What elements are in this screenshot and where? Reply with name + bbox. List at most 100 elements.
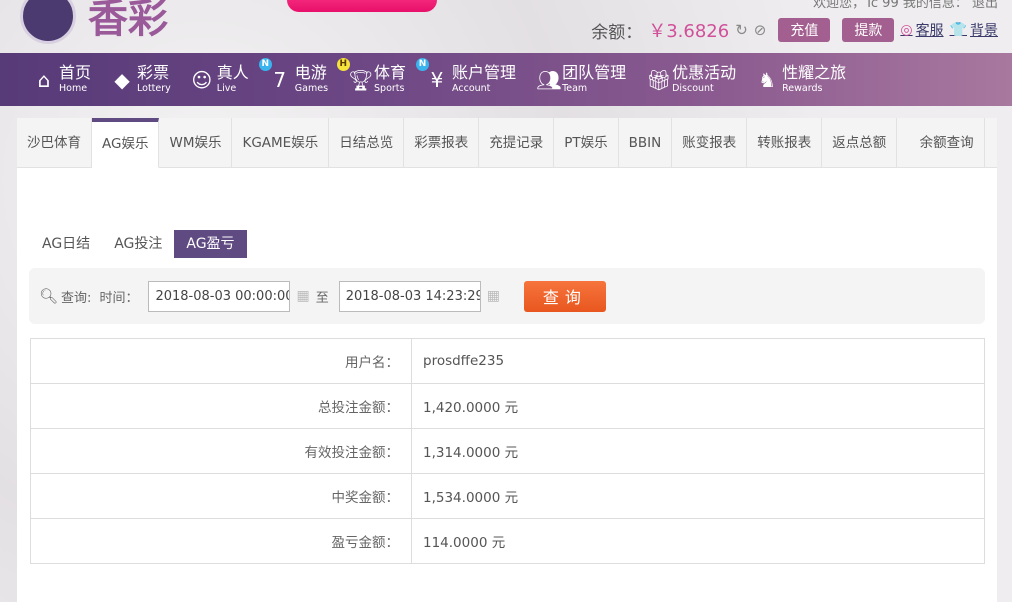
nav-label: 彩票: [137, 63, 170, 83]
logo-text: 香彩: [88, 0, 168, 42]
subtab-0[interactable]: AG日结: [30, 230, 102, 258]
nav-item-team[interactable]: 👥︎ 团队管理 Team: [536, 53, 626, 106]
tab-5[interactable]: 彩票报表: [404, 118, 480, 168]
table-row: 用户名： prosdffe235: [30, 338, 985, 384]
background-link[interactable]: 👕 背景: [950, 20, 998, 40]
tab-9[interactable]: 账变报表: [672, 118, 748, 168]
row-label: 总投注金额：: [30, 383, 412, 429]
row-value: 114.0000 元: [411, 518, 985, 564]
start-time-input[interactable]: [148, 280, 291, 312]
nav-label: 电游: [294, 63, 327, 83]
nav-label: 性耀之旅: [782, 63, 847, 83]
nav-sublabel: Lottery: [137, 83, 171, 95]
tab-0[interactable]: 沙巴体育: [17, 118, 92, 168]
search-icon: 🔍︎: [39, 287, 59, 305]
nav-label: 体育: [374, 63, 407, 83]
main-nav: ⌂ 首页 Home ◆ 彩票 Lottery ☺ 真人 Live N 7 电游 Games H 🏆︎ 体育 Sp…: [0, 53, 1012, 106]
row-value: 1,420.0000 元: [411, 383, 985, 429]
rewards-icon: ♞: [758, 67, 777, 92]
row-value: 1,314.0000 元: [411, 428, 985, 474]
tab-3[interactable]: KGAME娱乐: [232, 118, 330, 168]
tab-8[interactable]: BBIN: [618, 118, 673, 168]
table-row: 有效投注金额： 1,314.0000 元: [30, 428, 985, 474]
tab-10[interactable]: 转账报表: [747, 118, 823, 168]
header: 香彩 欢迎您，Tc 99 我的信息： 退出 余额： ￥3.6826 ↻ ⊘ 充值…: [0, 0, 1012, 53]
tab-filler: [984, 118, 998, 168]
nav-item-discount[interactable]: 🎁︎ 优惠活动 Discount: [646, 53, 736, 106]
time-label: 时间：: [99, 290, 139, 306]
calendar-icon[interactable]: ▦: [296, 288, 309, 304]
service-label: 客服: [915, 23, 944, 39]
nav-item-sports[interactable]: 🏆︎ 体育 Sports N: [348, 53, 430, 106]
table-row: 中奖金额： 1,534.0000 元: [30, 473, 985, 519]
tab-2[interactable]: WM娱乐: [159, 118, 233, 168]
nav-label: 首页: [59, 63, 92, 83]
nav-label: 优惠活动: [672, 63, 737, 83]
nav-item-account[interactable]: ¥ 账户管理 Account: [426, 53, 516, 106]
query-button[interactable]: 查询: [523, 280, 606, 312]
nav-sublabel: Games: [294, 83, 329, 95]
nav-item-live[interactable]: ☺ 真人 Live N: [191, 53, 272, 106]
nav-sublabel: Discount: [672, 83, 714, 95]
nav-item-home[interactable]: ⌂ 首页 Home: [33, 53, 91, 106]
to-label: 至: [315, 290, 329, 306]
row-label: 有效投注金额：: [30, 428, 412, 474]
tab-12[interactable]: 余额查询: [909, 118, 985, 168]
yen-icon: ¥: [430, 67, 444, 92]
nav-item-lottery[interactable]: ◆ 彩票 Lottery: [111, 53, 171, 106]
end-time-input[interactable]: [338, 280, 481, 312]
table-row: 总投注金额： 1,420.0000 元: [30, 383, 985, 429]
background-label: 背景: [970, 23, 998, 39]
calendar-icon[interactable]: ▦: [487, 288, 500, 304]
query-label: 查询:: [61, 290, 92, 306]
tab-6[interactable]: 充提记录: [479, 118, 555, 168]
recharge-button[interactable]: 充值: [778, 18, 831, 42]
trophy-icon: 🏆︎: [348, 67, 374, 92]
games-icon: 7: [273, 67, 287, 92]
result-table: 用户名： prosdffe235 总投注金额： 1,420.0000 元有效投注金额：…: [30, 338, 985, 564]
team-icon: 👥︎: [536, 67, 562, 92]
lottery-icon: ◆: [114, 67, 130, 92]
nav-sublabel: Team: [562, 83, 588, 95]
report-panel: 沙巴体育 AG娱乐 WM娱乐 KGAME娱乐 日结总览 彩票报表 充提记录 PT娱乐 BBIN 账…: [17, 118, 998, 602]
nav-sublabel: Sports: [374, 83, 405, 95]
service-link[interactable]: ◎ 客服: [900, 20, 943, 40]
row-label: 中奖金额：: [30, 473, 412, 519]
nav-item-rewards[interactable]: ♞ 性耀之旅 Rewards: [756, 53, 846, 106]
hide-eye-icon[interactable]: ⊘: [754, 21, 767, 39]
nav-item-games[interactable]: 7 电游 Games H: [269, 53, 350, 106]
row-label: 盈亏金额：: [30, 518, 412, 564]
user-info: 欢迎您，Tc 99 我的信息： 退出: [813, 0, 998, 11]
live-icon: ☺: [191, 67, 213, 92]
nav-sublabel: Home: [59, 83, 88, 95]
balance-value: ￥3.6826: [648, 21, 730, 42]
shirt-icon: 👕: [949, 22, 967, 38]
nav-label: 账户管理: [452, 63, 517, 83]
row-value: 1,534.0000 元: [411, 473, 985, 519]
home-icon: ⌂: [37, 67, 51, 92]
promo-banner-button[interactable]: [287, 0, 437, 12]
balance-label: 余额：: [591, 22, 643, 43]
tab-11[interactable]: 返点总额: [822, 118, 898, 168]
logo[interactable]: [20, 0, 76, 44]
tab-1[interactable]: AG娱乐: [92, 118, 160, 168]
nav-sublabel: Account: [452, 83, 491, 95]
refresh-icon[interactable]: ↻: [735, 21, 748, 39]
tab-4[interactable]: 日结总览: [329, 118, 405, 168]
tab-7[interactable]: PT娱乐: [554, 118, 619, 168]
table-row: 盈亏金额： 114.0000 元: [30, 518, 985, 564]
headset-icon: ◎: [900, 22, 913, 38]
gift-icon: 🎁︎: [646, 67, 672, 92]
nav-label: 团队管理: [562, 63, 627, 83]
withdraw-button[interactable]: 提款: [842, 18, 895, 42]
subtab-2[interactable]: AG盈亏: [174, 230, 247, 258]
row-label: 用户名：: [30, 338, 412, 384]
row-value: prosdffe235: [411, 338, 985, 384]
tab-filler: [897, 118, 910, 168]
nav-label: 真人: [216, 63, 249, 83]
report-tabs: 沙巴体育 AG娱乐 WM娱乐 KGAME娱乐 日结总览 彩票报表 充提记录 PT娱乐 BBIN 账…: [17, 118, 998, 168]
nav-sublabel: Rewards: [782, 83, 823, 95]
subtab-1[interactable]: AG投注: [102, 230, 174, 258]
query-bar: 🔍︎ 查询: 时间： ▦ 至 ▦ 查询: [29, 268, 985, 324]
nav-sublabel: Live: [216, 83, 237, 95]
